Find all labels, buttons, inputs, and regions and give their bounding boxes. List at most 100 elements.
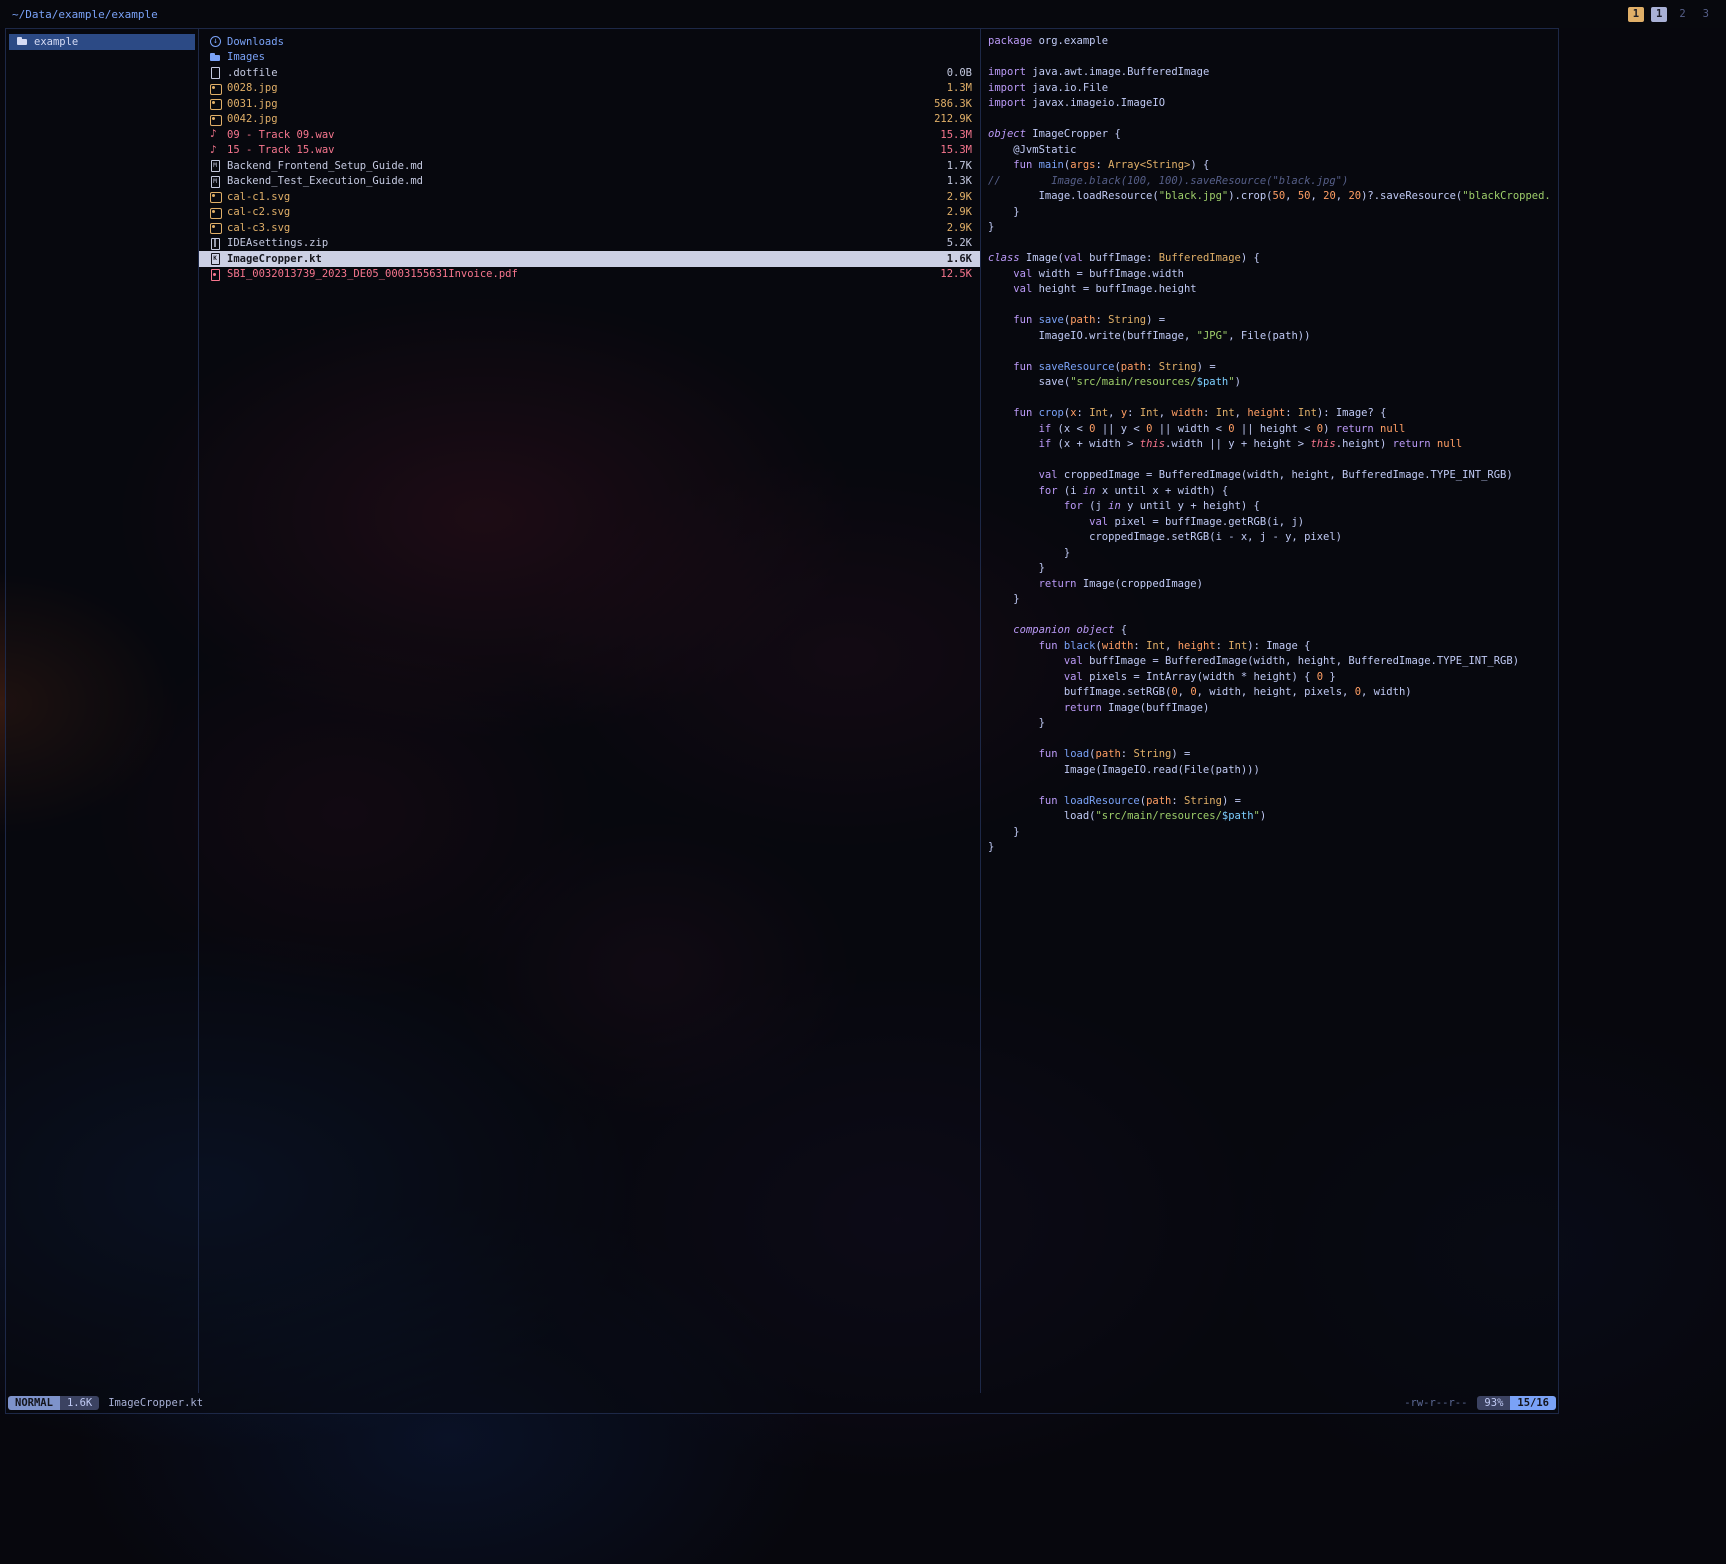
file-row[interactable]: cal-c1.svg 2.9K (199, 189, 980, 205)
file-size: 212.9K (924, 113, 972, 125)
code-line: for (j in y until y + height) { (988, 499, 1558, 515)
code-line (988, 391, 1558, 407)
code-line: companion object { (988, 623, 1558, 639)
file-row[interactable]: Backend_Frontend_Setup_Guide.md 1.7K (199, 158, 980, 174)
file-row[interactable]: Images (199, 50, 980, 66)
code-line: fun black(width: Int, height: Int): Imag… (988, 639, 1558, 655)
audio-icon (209, 144, 222, 157)
file-size: 2.9K (937, 206, 972, 218)
kotlin-icon (209, 252, 222, 265)
code-lines: package org.example import java.awt.imag… (988, 34, 1558, 856)
code-line: import java.awt.image.BufferedImage (988, 65, 1558, 81)
code-line: for (i in x until x + width) { (988, 484, 1558, 500)
file-name: cal-c3.svg (227, 222, 290, 234)
code-line (988, 236, 1558, 252)
download-icon (209, 35, 222, 48)
file-row[interactable]: 0028.jpg1.3M (199, 81, 980, 97)
code-line: } (988, 716, 1558, 732)
file-row[interactable]: .dotfile0.0B (199, 65, 980, 81)
file-name: cal-c2.svg (227, 206, 290, 218)
code-line: package org.example (988, 34, 1558, 50)
tab-2[interactable]: 1 (1651, 7, 1667, 22)
code-line: class Image(val buffImage: BufferedImage… (988, 251, 1558, 267)
status-right: -rw-r--r-- 93% 15/16 (1404, 1396, 1556, 1410)
file-size: 12.5K (930, 268, 972, 280)
folder-icon (16, 35, 29, 48)
cursor-position-badge: 15/16 (1510, 1396, 1556, 1410)
parent-item-example[interactable]: example (9, 34, 195, 50)
code-line: val croppedImage = BufferedImage(width, … (988, 468, 1558, 484)
scroll-percent-badge: 93% (1477, 1396, 1510, 1410)
file-row[interactable]: 15 - Track 15.wav15.3M (199, 143, 980, 159)
code-line: fun main(args: Array<String>) { (988, 158, 1558, 174)
current-file-name: ImageCropper.kt (108, 1397, 203, 1409)
file-name: 0028.jpg (227, 82, 278, 94)
file-row[interactable]: ImageCropper.kt1.6K (199, 251, 980, 267)
file-name: Images (227, 51, 265, 63)
audio-icon (209, 128, 222, 141)
code-line: @JvmStatic (988, 143, 1558, 159)
code-line: } (988, 825, 1558, 841)
file-row[interactable]: IDEAsettings.zip 5.2K (199, 236, 980, 252)
status-left: NORMAL 1.6K ImageCropper.kt (8, 1396, 203, 1410)
code-line: Image(ImageIO.read(File(path))) (988, 763, 1558, 779)
code-line: fun load(path: String) = (988, 747, 1558, 763)
code-line: import java.io.File (988, 81, 1558, 97)
file-row[interactable]: Backend_Test_Execution_Guide.md 1.3K (199, 174, 980, 190)
code-line (988, 608, 1558, 624)
code-line: croppedImage.setRGB(i - x, j - y, pixel) (988, 530, 1558, 546)
code-line (988, 732, 1558, 748)
file-size: 15.3M (930, 144, 972, 156)
code-line: Image.loadResource("black.jpg").crop(50,… (988, 189, 1558, 205)
file-size-badge: 1.6K (60, 1396, 99, 1410)
code-line (988, 344, 1558, 360)
breadcrumb-path: ~/Data/example/example (12, 8, 158, 21)
file-row[interactable]: Downloads (199, 34, 980, 50)
code-line (988, 298, 1558, 314)
file-name: IDEAsettings.zip (227, 237, 328, 249)
code-line: save("src/main/resources/$path") (988, 375, 1558, 391)
mode-badge: NORMAL (8, 1396, 60, 1410)
tab-1[interactable]: 1 (1628, 7, 1644, 22)
code-line (988, 778, 1558, 794)
code-line (988, 50, 1558, 66)
tab-3[interactable]: 2 (1674, 7, 1690, 22)
image-icon (209, 82, 222, 95)
file-size: 5.2K (937, 237, 972, 249)
code-line: if (x + width > this.width || y + height… (988, 437, 1558, 453)
file-row[interactable]: cal-c2.svg 2.9K (199, 205, 980, 221)
file-name: cal-c1.svg (227, 191, 290, 203)
code-line: fun save(path: String) = (988, 313, 1558, 329)
file-size: 2.9K (937, 191, 972, 203)
code-line: } (988, 205, 1558, 221)
file-row[interactable]: 0031.jpg586.3K (199, 96, 980, 112)
code-line: object ImageCropper { (988, 127, 1558, 143)
code-line: import javax.imageio.ImageIO (988, 96, 1558, 112)
code-line: val pixels = IntArray(width * height) { … (988, 670, 1558, 686)
file-name: 0042.jpg (227, 113, 278, 125)
file-row[interactable]: 09 - Track 09.wav15.3M (199, 127, 980, 143)
file-name: Backend_Test_Execution_Guide.md (227, 175, 423, 187)
tab-bar: 1123 (1621, 7, 1714, 22)
code-line: fun saveResource(path: String) = (988, 360, 1558, 376)
file-name: 0031.jpg (227, 98, 278, 110)
file-icon (209, 66, 222, 79)
code-line: fun loadResource(path: String) = (988, 794, 1558, 810)
code-line: return Image(croppedImage) (988, 577, 1558, 593)
code-line: fun crop(x: Int, y: Int, width: Int, hei… (988, 406, 1558, 422)
file-size: 1.6K (937, 253, 972, 265)
image-icon (209, 113, 222, 126)
file-row[interactable]: cal-c3.svg2.9K (199, 220, 980, 236)
tab-4[interactable]: 3 (1698, 7, 1714, 22)
code-line: } (988, 840, 1558, 856)
file-name: SBI_0032013739_2023_DE05_0003155631Invoi… (227, 268, 518, 280)
code-line: val width = buffImage.width (988, 267, 1558, 283)
status-bar: NORMAL 1.6K ImageCropper.kt -rw-r--r-- 9… (6, 1393, 1558, 1413)
file-name: Downloads (227, 36, 284, 48)
file-row[interactable]: 0042.jpg 212.9K (199, 112, 980, 128)
file-rows: DownloadsImages.dotfile0.0B0028.jpg1.3M0… (199, 34, 980, 282)
file-size: 1.3K (937, 175, 972, 187)
file-name: Backend_Frontend_Setup_Guide.md (227, 160, 423, 172)
file-row[interactable]: SBI_0032013739_2023_DE05_0003155631Invoi… (199, 267, 980, 283)
file-size: 1.7K (937, 160, 972, 172)
